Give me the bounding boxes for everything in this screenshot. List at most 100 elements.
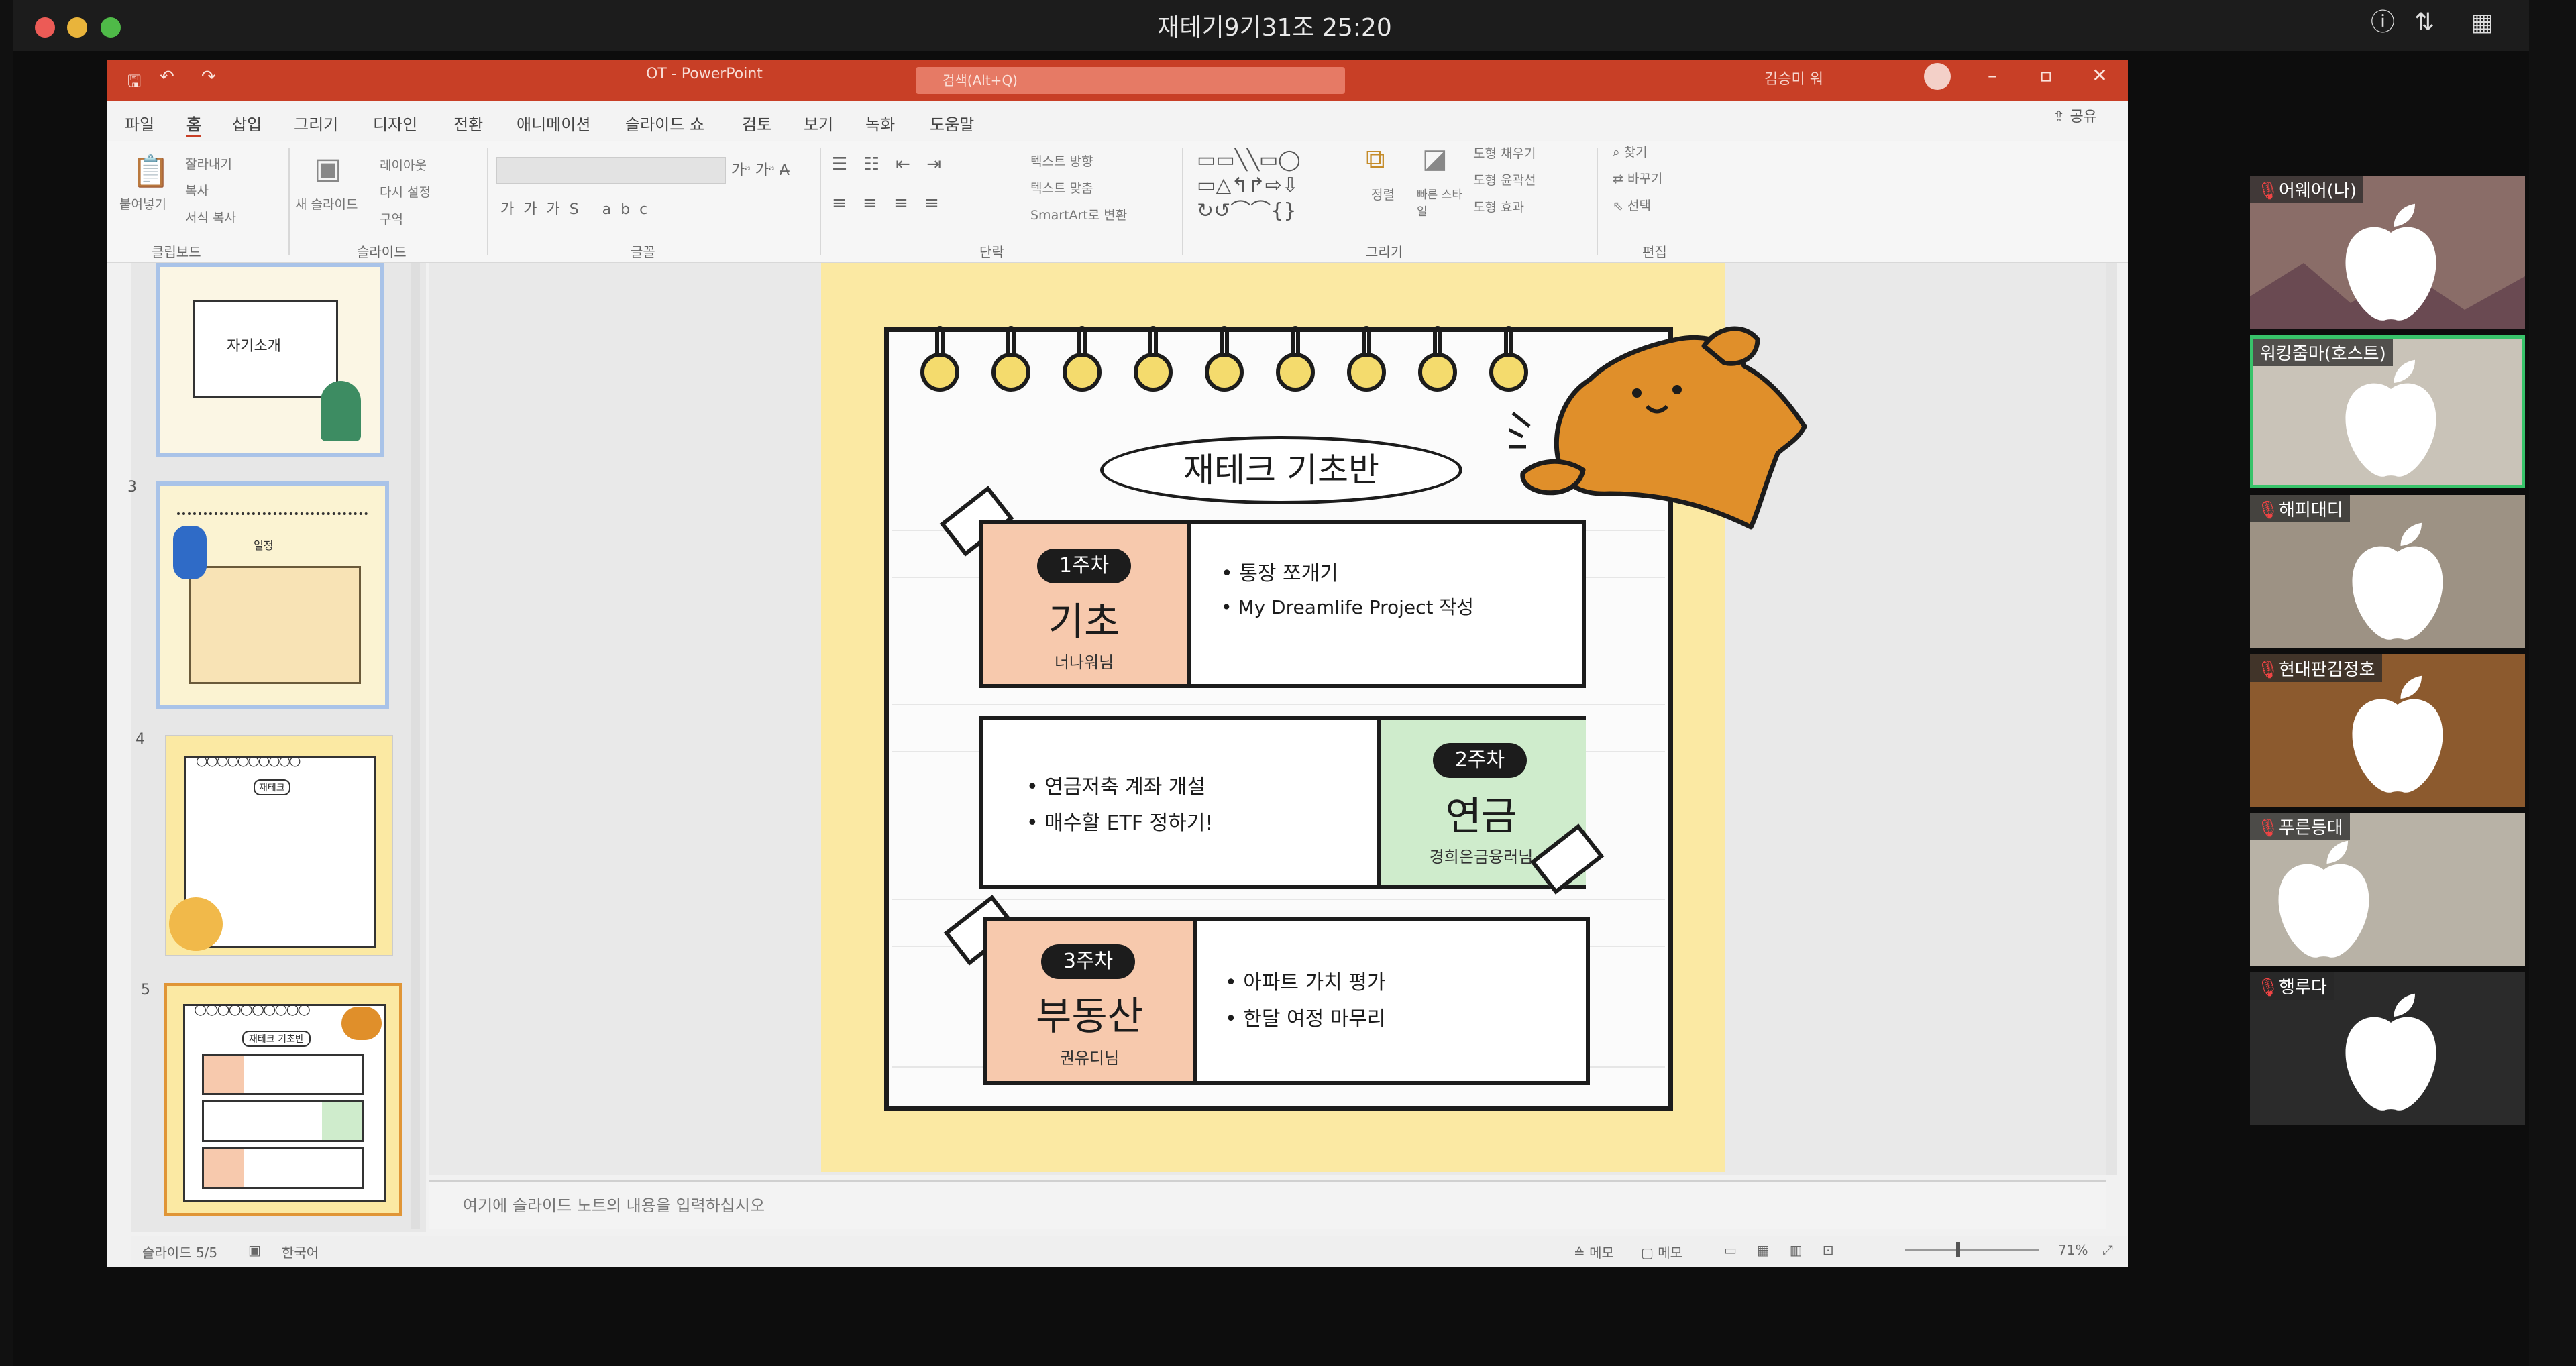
- grid-view-icon[interactable]: ▦: [2466, 7, 2498, 39]
- arrange-button[interactable]: 정렬: [1371, 185, 1395, 203]
- font-style-icons[interactable]: 가가가S abc: [500, 197, 657, 219]
- tab-help[interactable]: 도움말: [930, 111, 974, 135]
- view-buttons[interactable]: ▭▦▥⊡: [1724, 1242, 1854, 1258]
- text-align-button[interactable]: 텍스트 맞춤: [1030, 178, 1093, 196]
- comments-button[interactable]: ▢ 메모: [1641, 1242, 1682, 1261]
- notes-icon: ≙: [1574, 1245, 1590, 1261]
- avatar[interactable]: [1924, 63, 1951, 90]
- section-button[interactable]: 구역: [380, 209, 403, 227]
- participant-tile[interactable]: 🎙해피대디: [2250, 495, 2525, 648]
- paste-icon[interactable]: 📋: [131, 153, 170, 190]
- tab-draw[interactable]: 그리기: [294, 111, 338, 135]
- notes-toggle-button[interactable]: ≙ 메모: [1574, 1242, 1614, 1261]
- notes-placeholder[interactable]: 여기에 슬라이드 노트의 내용을 입력하십시오: [463, 1192, 765, 1216]
- participant-tile[interactable]: 🎙현대판김정호: [2250, 654, 2525, 807]
- slide-thumbnail-2[interactable]: 자기소개: [156, 263, 384, 457]
- undo-icon[interactable]: ↶: [160, 67, 174, 87]
- copy-button[interactable]: 복사: [185, 181, 209, 199]
- thumb-title: 재테크: [254, 779, 290, 795]
- notes-label: 메모: [1589, 1245, 1614, 1261]
- slide-thumbnail-3[interactable]: 일정: [156, 481, 389, 709]
- shape-effect-button[interactable]: 도형 효과: [1473, 197, 1524, 215]
- redo-icon[interactable]: ↷: [201, 67, 216, 87]
- sort-icon[interactable]: ⇅: [2408, 7, 2440, 39]
- share-label: 공유: [2070, 109, 2097, 125]
- user-name[interactable]: 김승미 워: [1764, 67, 1823, 89]
- apple-logo-icon: [2352, 675, 2443, 793]
- language-indicator[interactable]: 한국어: [282, 1242, 319, 1261]
- format-painter-button[interactable]: 서식 복사: [185, 208, 236, 226]
- divider: [1182, 148, 1183, 255]
- font-name-select[interactable]: [496, 157, 726, 184]
- tab-insert[interactable]: 삽입: [232, 111, 262, 135]
- reset-button[interactable]: 다시 설정: [380, 182, 431, 201]
- thumbnail-scrollbar[interactable]: [411, 263, 420, 1229]
- tab-view[interactable]: 보기: [804, 111, 833, 135]
- tab-home[interactable]: 홈: [186, 111, 202, 137]
- divider: [288, 148, 290, 255]
- week-3-bullet-2: • 한달 여정 마무리: [1225, 1007, 1386, 1031]
- slide-thumbnail-4[interactable]: ○○○○○○○○○○ 재테크: [165, 735, 393, 956]
- tab-review[interactable]: 검토: [742, 111, 771, 135]
- canvas-scrollbar[interactable]: [2106, 263, 2117, 1175]
- mic-icon: 🎙: [2257, 500, 2279, 520]
- align-icons[interactable]: ≡ ≡ ≡ ≡: [832, 193, 945, 213]
- text-direction-button[interactable]: 텍스트 방향: [1030, 152, 1093, 170]
- accessibility-icon[interactable]: ▣: [248, 1242, 261, 1258]
- arrange-icon[interactable]: ⧉: [1366, 144, 1385, 174]
- participant-name-text: 푸른등대: [2279, 818, 2343, 838]
- quick-style-button[interactable]: 빠른 스타일: [1417, 185, 1470, 219]
- replace-button[interactable]: ⇄ 바꾸기: [1613, 169, 1662, 187]
- thumb-rings: [177, 512, 368, 523]
- notebook-ring: [1418, 353, 1457, 392]
- participant-tile[interactable]: 🎙푸른등대: [2250, 813, 2525, 966]
- window-minimize-button[interactable]: [67, 17, 87, 38]
- close-icon[interactable]: ✕: [2086, 64, 2113, 87]
- tab-animations[interactable]: 애니메이션: [517, 111, 590, 135]
- tab-slideshow[interactable]: 슬라이드 쇼: [625, 111, 704, 135]
- restore-icon[interactable]: ▫: [2033, 64, 2059, 87]
- thumb-rings: ○○○○○○○○○○: [194, 1001, 311, 1018]
- week-3-teacher: 권유디님: [1059, 1049, 1120, 1068]
- window-maximize-button[interactable]: [101, 17, 121, 38]
- thumb-calendar: [189, 566, 361, 684]
- list-icons[interactable]: ☰ ☷ ⇤ ⇥: [832, 154, 947, 174]
- quick-style-icon[interactable]: ◪: [1422, 144, 1448, 174]
- tab-transitions[interactable]: 전환: [453, 111, 483, 135]
- zoom-slider[interactable]: [1905, 1249, 2039, 1251]
- minimize-icon[interactable]: –: [1979, 64, 2006, 87]
- note-line: [892, 704, 1665, 705]
- week-2-title: 연금: [1445, 793, 1517, 839]
- zoom-level[interactable]: 71%: [2058, 1242, 2088, 1258]
- shape-outline-button[interactable]: 도형 윤곽선: [1473, 170, 1536, 188]
- participant-tile[interactable]: 🎙행루다: [2250, 972, 2525, 1125]
- layout-button[interactable]: 레이아웃: [380, 156, 427, 174]
- font-size-icons[interactable]: 가ᵃ 가ᵃ A̶: [731, 158, 790, 180]
- tab-design[interactable]: 디자인: [373, 111, 417, 135]
- search-input[interactable]: 검색(Alt+Q): [916, 67, 1345, 94]
- participant-tile-active[interactable]: 워킹줌마(호스트): [2250, 335, 2525, 488]
- shapes-gallery[interactable]: ▭▭╲╲▭◯ ▭△↰↱⇨⇩ ↻↺⌒⌒{}: [1197, 148, 1301, 224]
- info-icon[interactable]: ⓘ: [2367, 7, 2399, 39]
- thumb-number: 4: [136, 731, 145, 748]
- find-button[interactable]: ⌕ 찾기: [1613, 142, 1648, 160]
- shape-fill-button[interactable]: 도형 채우기: [1473, 144, 1536, 162]
- paste-button[interactable]: 붙여넣기: [119, 194, 166, 213]
- participant-tile[interactable]: 🎙어웨어(나): [2250, 176, 2525, 329]
- select-button[interactable]: ⇖ 선택: [1613, 196, 1651, 214]
- new-slide-button[interactable]: 새 슬라이드: [295, 194, 358, 213]
- fit-slide-icon[interactable]: ⤢: [2102, 1242, 2113, 1258]
- share-button[interactable]: ⇪ 공유: [2053, 105, 2097, 126]
- participant-name: 🎙어웨어(나): [2250, 176, 2363, 203]
- tab-file[interactable]: 파일: [125, 111, 154, 135]
- zoom-slider-handle[interactable]: [1956, 1242, 1960, 1257]
- ribbon-group-clipboard: 클립보드: [152, 244, 201, 260]
- new-slide-icon[interactable]: ▣: [314, 152, 342, 186]
- window-close-button[interactable]: [35, 17, 55, 38]
- cut-button[interactable]: 잘라내기: [185, 154, 232, 172]
- smartart-button[interactable]: SmartArt로 변환: [1030, 205, 1127, 223]
- tab-record[interactable]: 녹화: [865, 111, 895, 135]
- slide-thumbnail-5-selected[interactable]: ○○○○○○○○○○ 재테크 기초반: [164, 983, 402, 1216]
- save-icon[interactable]: 🖫: [127, 70, 141, 97]
- ribbon-group-paragraph: 단락: [979, 244, 1004, 260]
